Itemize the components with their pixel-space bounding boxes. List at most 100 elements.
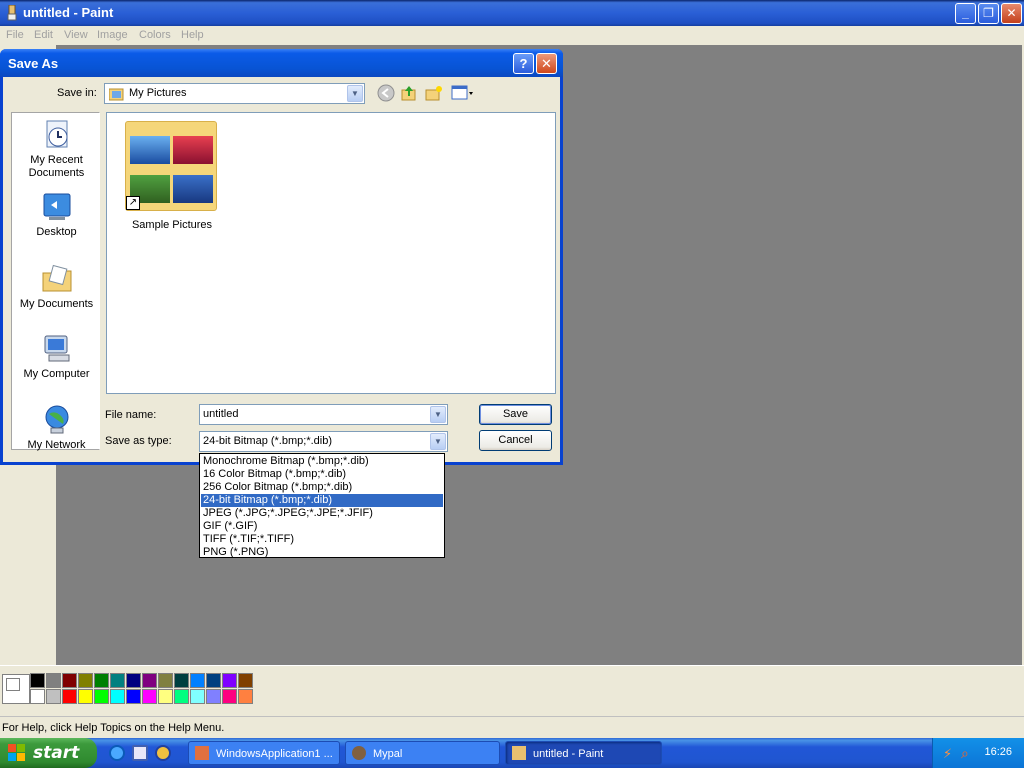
color-swatch[interactable] [142, 673, 157, 688]
color-swatch[interactable] [222, 673, 237, 688]
color-swatch[interactable] [46, 689, 61, 704]
file-name-label: File name: [105, 409, 157, 421]
chevron-down-icon[interactable]: ▼ [347, 85, 363, 102]
color-swatch[interactable] [30, 673, 45, 688]
menu-image[interactable]: Image [97, 29, 128, 41]
save-type-option[interactable]: TIFF (*.TIF;*.TIFF) [201, 533, 443, 546]
views-icon [451, 85, 473, 100]
my-computer-icon [44, 335, 69, 362]
color-swatch[interactable] [62, 673, 77, 688]
media-player-icon[interactable] [155, 745, 171, 761]
color-swatch[interactable] [94, 689, 109, 704]
new-folder-button[interactable] [424, 84, 444, 104]
back-button[interactable] [376, 84, 396, 104]
color-swatch[interactable] [110, 673, 125, 688]
mypal-icon [352, 746, 366, 760]
place-my-recent-documents[interactable]: My Recent Documents [12, 119, 101, 180]
foreground-color [6, 678, 20, 691]
color-swatch[interactable] [126, 689, 141, 704]
close-button[interactable]: ✕ [1001, 3, 1022, 24]
new-folder-icon [425, 86, 442, 101]
current-colors[interactable] [2, 674, 30, 704]
save-type-option[interactable]: 256 Color Bitmap (*.bmp;*.dib) [201, 481, 443, 494]
up-folder-button[interactable] [399, 84, 419, 104]
menu-view[interactable]: View [64, 29, 88, 41]
task-untitled-paint[interactable]: untitled - Paint [505, 741, 662, 765]
menu-colors[interactable]: Colors [139, 29, 171, 41]
file-list[interactable]: ↗ Sample Pictures [106, 112, 556, 394]
color-swatch[interactable] [62, 689, 77, 704]
start-label: start [33, 743, 80, 763]
color-swatch[interactable] [158, 689, 173, 704]
save-type-option[interactable]: 24-bit Bitmap (*.bmp;*.dib) [201, 494, 443, 507]
save-type-option[interactable]: Monochrome Bitmap (*.bmp;*.dib) [201, 455, 443, 468]
place-desktop[interactable]: Desktop [12, 191, 101, 239]
color-swatch[interactable] [110, 689, 125, 704]
color-swatch[interactable] [238, 689, 253, 704]
place-my-documents[interactable]: My Documents [12, 263, 101, 311]
paint-app-icon [512, 746, 526, 760]
color-swatch[interactable] [78, 673, 93, 688]
file-name-input[interactable]: untitled ▼ [199, 404, 448, 425]
place-my-network[interactable]: My Network [12, 404, 101, 452]
menu-edit[interactable]: Edit [34, 29, 53, 41]
save-type-option[interactable]: GIF (*.GIF) [201, 520, 443, 533]
start-button[interactable]: start [0, 738, 97, 768]
shortcut-arrow-icon: ↗ [126, 196, 140, 210]
color-swatch[interactable] [238, 673, 253, 688]
tray-app-icon[interactable]: ⚡ [943, 746, 952, 762]
color-swatch[interactable] [30, 689, 45, 704]
color-swatch[interactable] [46, 673, 61, 688]
my-documents-icon [42, 264, 71, 292]
color-swatch[interactable] [222, 689, 237, 704]
color-swatch[interactable] [174, 673, 189, 688]
chevron-down-icon[interactable]: ▼ [430, 433, 446, 450]
window-title: untitled - Paint [23, 5, 114, 20]
color-swatch[interactable] [174, 689, 189, 704]
status-text: For Help, click Help Topics on the Help … [2, 722, 225, 734]
color-swatch[interactable] [126, 673, 141, 688]
close-icon: ✕ [1006, 6, 1017, 20]
cancel-button[interactable]: Cancel [479, 430, 552, 451]
task-mypal[interactable]: Mypal [345, 741, 500, 765]
search-icon[interactable]: ⌕ [961, 745, 969, 762]
menu-file[interactable]: File [6, 29, 24, 41]
place-my-computer[interactable]: My Computer [12, 333, 101, 381]
save-type-option[interactable]: 16 Color Bitmap (*.bmp;*.dib) [201, 468, 443, 481]
up-folder-icon [401, 86, 416, 101]
window-titlebar[interactable]: untitled - Paint _ ❐ ✕ [0, 0, 1024, 26]
views-menu-button[interactable] [450, 84, 476, 104]
color-swatch[interactable] [78, 689, 93, 704]
save-as-dialog: Save As ? ✕ Save in: My Pictures ▼ My Re… [0, 49, 563, 465]
my-network-icon [45, 405, 68, 434]
save-type-dropdown-list[interactable]: Monochrome Bitmap (*.bmp;*.dib) 16 Color … [199, 453, 445, 558]
save-type-select[interactable]: 24-bit Bitmap (*.bmp;*.dib) ▼ [199, 431, 448, 452]
internet-explorer-icon[interactable] [109, 745, 125, 761]
save-in-combo[interactable]: My Pictures ▼ [104, 83, 365, 104]
folder-sample-pictures[interactable]: ↗ Sample Pictures [125, 121, 219, 231]
dialog-close-button[interactable]: ✕ [536, 53, 557, 74]
save-button[interactable]: Save [479, 404, 552, 425]
save-type-label: Save as type: [105, 435, 172, 447]
color-swatch[interactable] [206, 689, 221, 704]
recent-documents-icon [46, 120, 67, 148]
my-pictures-icon [109, 88, 124, 101]
save-type-option[interactable]: PNG (*.PNG) [201, 546, 443, 559]
restore-button[interactable]: ❐ [978, 3, 999, 24]
color-swatch[interactable] [190, 673, 205, 688]
dialog-titlebar[interactable]: Save As ? ✕ [0, 49, 563, 77]
clock: 16:26 [984, 746, 1012, 758]
chevron-down-icon[interactable]: ▼ [430, 406, 446, 423]
menu-help[interactable]: Help [181, 29, 204, 41]
color-swatch[interactable] [94, 673, 109, 688]
color-swatch[interactable] [158, 673, 173, 688]
color-swatch[interactable] [190, 689, 205, 704]
color-swatch[interactable] [142, 689, 157, 704]
place-label: My Documents [19, 298, 94, 310]
quick-launch-app-icon[interactable] [132, 745, 148, 761]
task-windowsapplication1[interactable]: WindowsApplication1 ... [188, 741, 340, 765]
minimize-button[interactable]: _ [955, 3, 976, 24]
dialog-help-button[interactable]: ? [513, 53, 534, 74]
save-type-option[interactable]: JPEG (*.JPG;*.JPEG;*.JPE;*.JFIF) [201, 507, 443, 520]
color-swatch[interactable] [206, 673, 221, 688]
